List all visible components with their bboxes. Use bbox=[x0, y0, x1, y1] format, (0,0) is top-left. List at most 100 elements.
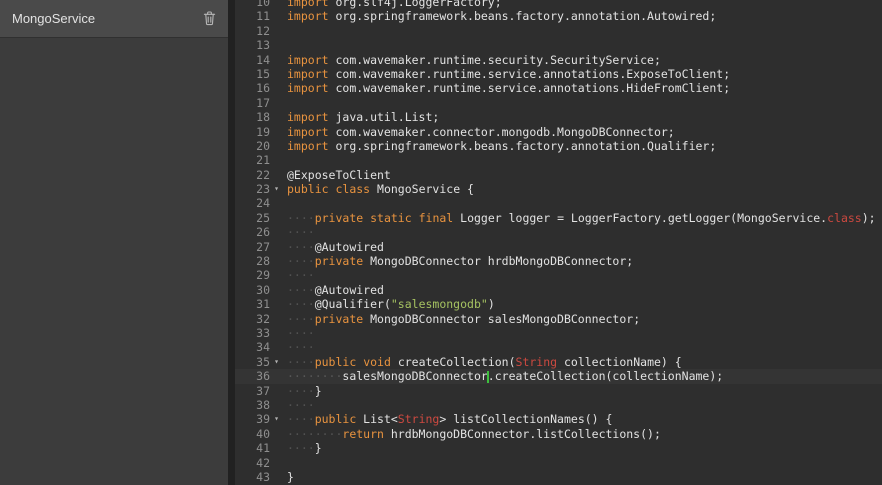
code-line[interactable]: 36········salesMongoDBConnector.createCo… bbox=[235, 369, 882, 383]
line-number[interactable]: 39▾ bbox=[235, 412, 283, 426]
code-editor[interactable]: 10import org.slf4j.LoggerFactory;11impor… bbox=[235, 0, 882, 485]
line-number[interactable]: 30 bbox=[235, 283, 283, 297]
line-number[interactable]: 26 bbox=[235, 225, 283, 239]
code-text bbox=[283, 24, 287, 38]
code-token: createCollection( bbox=[391, 355, 516, 369]
code-line[interactable]: 23▾public class MongoService { bbox=[235, 182, 882, 196]
line-number[interactable]: 42 bbox=[235, 456, 283, 470]
line-number[interactable]: 15 bbox=[235, 67, 283, 81]
code-line[interactable]: 30····@Autowired bbox=[235, 283, 882, 297]
code-line[interactable]: 22@ExposeToClient bbox=[235, 168, 882, 182]
code-line[interactable]: 10import org.slf4j.LoggerFactory; bbox=[235, 0, 882, 9]
code-line[interactable]: 38···· bbox=[235, 398, 882, 412]
code-line[interactable]: 18import java.util.List; bbox=[235, 110, 882, 124]
code-token: import bbox=[287, 125, 329, 139]
fold-arrow-icon[interactable]: ▾ bbox=[270, 412, 283, 426]
line-number[interactable]: 11 bbox=[235, 9, 283, 23]
code-line[interactable]: 12 bbox=[235, 24, 882, 38]
line-number-label: 37 bbox=[256, 384, 270, 398]
line-number[interactable]: 32 bbox=[235, 312, 283, 326]
code-line[interactable]: 28····private MongoDBConnector hrdbMongo… bbox=[235, 254, 882, 268]
code-line[interactable]: 40········return hrdbMongoDBConnector.li… bbox=[235, 427, 882, 441]
code-line[interactable]: 24 bbox=[235, 196, 882, 210]
line-number[interactable]: 10 bbox=[235, 0, 283, 9]
code-line[interactable]: 26···· bbox=[235, 225, 882, 239]
line-number[interactable]: 28 bbox=[235, 254, 283, 268]
code-line[interactable]: 32····private MongoDBConnector salesMong… bbox=[235, 312, 882, 326]
line-number[interactable]: 17 bbox=[235, 96, 283, 110]
code-text: ···· bbox=[283, 225, 315, 239]
code-text: ···· bbox=[283, 326, 315, 340]
code-line[interactable]: 43} bbox=[235, 470, 882, 484]
line-number[interactable]: 25 bbox=[235, 211, 283, 225]
code-line[interactable]: 25····private static final Logger logger… bbox=[235, 211, 882, 225]
trash-icon bbox=[203, 11, 216, 26]
code-line[interactable]: 39▾····public List<String> listCollectio… bbox=[235, 412, 882, 426]
code-text bbox=[283, 196, 287, 210]
line-number[interactable]: 22 bbox=[235, 168, 283, 182]
line-number-label: 23 bbox=[256, 182, 270, 196]
code-token: } bbox=[315, 384, 322, 398]
line-number[interactable]: 34 bbox=[235, 340, 283, 354]
line-number[interactable]: 36 bbox=[235, 369, 283, 383]
line-number[interactable]: 43 bbox=[235, 470, 283, 484]
code-token: class bbox=[335, 182, 370, 196]
code-token: com.wavemaker.connector.mongodb.MongoDBC… bbox=[329, 125, 675, 139]
code-line[interactable]: 16import com.wavemaker.runtime.service.a… bbox=[235, 81, 882, 95]
line-number[interactable]: 12 bbox=[235, 24, 283, 38]
code-text: import java.util.List; bbox=[283, 110, 439, 124]
line-number[interactable]: 31 bbox=[235, 297, 283, 311]
delete-service-button[interactable] bbox=[203, 11, 216, 26]
code-line[interactable]: 34···· bbox=[235, 340, 882, 354]
line-number[interactable]: 24 bbox=[235, 196, 283, 210]
java-service-editor-window: MongoService 10import org.slf4j.LoggerFa… bbox=[0, 0, 882, 485]
code-text: ········salesMongoDBConnector.createColl… bbox=[283, 369, 723, 383]
line-number[interactable]: 23▾ bbox=[235, 182, 283, 196]
line-number[interactable]: 21 bbox=[235, 153, 283, 167]
code-token: ········ bbox=[287, 369, 342, 383]
code-line[interactable]: 19 import com.wavemaker.connector.mongodb… bbox=[235, 125, 882, 139]
code-line[interactable]: 21 bbox=[235, 153, 882, 167]
line-number-label: 24 bbox=[256, 196, 270, 210]
line-number[interactable]: 37 bbox=[235, 384, 283, 398]
line-number[interactable]: 18 bbox=[235, 110, 283, 124]
sidebar-splitter[interactable] bbox=[228, 0, 235, 485]
sidebar-item-mongoservice[interactable]: MongoService bbox=[0, 0, 228, 38]
line-number[interactable]: 35▾ bbox=[235, 355, 283, 369]
code-line[interactable]: 33···· bbox=[235, 326, 882, 340]
line-number[interactable]: 40 bbox=[235, 427, 283, 441]
code-line[interactable]: 41····} bbox=[235, 441, 882, 455]
line-number[interactable]: 14 bbox=[235, 53, 283, 67]
services-sidebar: MongoService bbox=[0, 0, 228, 485]
line-number-label: 20 bbox=[256, 139, 270, 153]
code-line[interactable]: 37 ····} bbox=[235, 384, 882, 398]
code-token: "salesmongodb" bbox=[391, 297, 488, 311]
line-number[interactable]: 13 bbox=[235, 38, 283, 52]
fold-arrow-icon[interactable]: ▾ bbox=[270, 182, 283, 196]
code-token: ···· bbox=[287, 412, 315, 426]
line-number[interactable]: 27 bbox=[235, 240, 283, 254]
line-number[interactable]: 19 bbox=[235, 125, 283, 139]
code-token: org.springframework.beans.factory.annota… bbox=[329, 9, 717, 23]
fold-arrow-icon[interactable]: ▾ bbox=[270, 355, 283, 369]
code-line[interactable]: 29···· bbox=[235, 268, 882, 282]
line-number[interactable]: 41 bbox=[235, 441, 283, 455]
code-text: ····} bbox=[283, 384, 322, 398]
code-token bbox=[412, 211, 419, 225]
code-line[interactable]: 31····@Qualifier("salesmongodb") bbox=[235, 297, 882, 311]
line-number[interactable]: 20 bbox=[235, 139, 283, 153]
code-line[interactable]: 14import com.wavemaker.runtime.security.… bbox=[235, 53, 882, 67]
code-line[interactable]: 20import org.springframework.beans.facto… bbox=[235, 139, 882, 153]
code-line[interactable]: 11import org.springframework.beans.facto… bbox=[235, 9, 882, 23]
code-line[interactable]: 35▾····public void createCollection(Stri… bbox=[235, 355, 882, 369]
code-line[interactable]: 27····@Autowired bbox=[235, 240, 882, 254]
line-number[interactable]: 16 bbox=[235, 81, 283, 95]
code-line[interactable]: 13 bbox=[235, 38, 882, 52]
line-number[interactable]: 29 bbox=[235, 268, 283, 282]
code-token: java.util.List; bbox=[329, 110, 440, 124]
line-number[interactable]: 33 bbox=[235, 326, 283, 340]
code-line[interactable]: 17 bbox=[235, 96, 882, 110]
line-number[interactable]: 38 bbox=[235, 398, 283, 412]
code-line[interactable]: 15import com.wavemaker.runtime.service.a… bbox=[235, 67, 882, 81]
code-line[interactable]: 42 bbox=[235, 456, 882, 470]
